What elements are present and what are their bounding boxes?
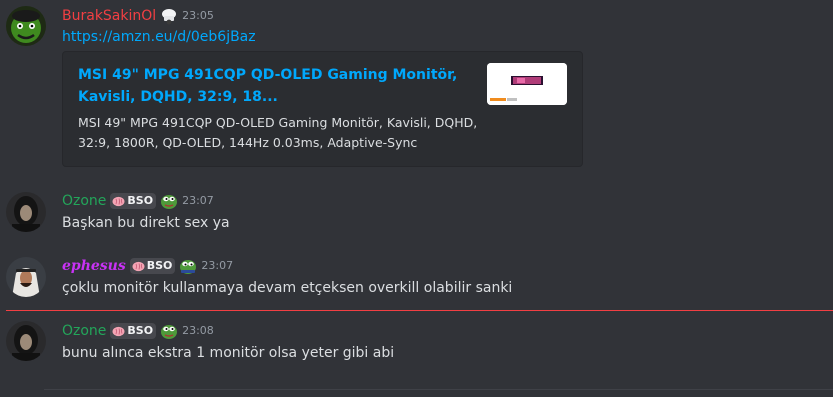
username[interactable]: Ozone xyxy=(62,191,106,211)
pepe-frog-icon xyxy=(179,257,197,275)
chat-message-list: BurakSakinOl 23:05 https://amzn.eu/d/0eb… xyxy=(0,0,833,397)
timestamp: 23:07 xyxy=(182,194,214,207)
pepe-frog-icon xyxy=(160,322,178,340)
message-link[interactable]: https://amzn.eu/d/0eb6jBaz xyxy=(62,29,256,45)
message-content: çoklu monitör kullanmaya devam etçeksen … xyxy=(62,280,513,296)
brain-icon xyxy=(112,326,125,337)
timestamp: 23:08 xyxy=(182,324,214,337)
message-group: ephesus BSO 23:07 çoklu monitör kullanma… xyxy=(0,245,833,305)
message-content: bunu alınca ekstra 1 monitör olsa yeter … xyxy=(62,345,395,361)
link-embed: MSI 49" MPG 491CQP QD-OLED Gaming Monitö… xyxy=(62,51,583,167)
avatar[interactable] xyxy=(6,192,46,232)
timestamp: 23:07 xyxy=(201,259,234,272)
message-group: BurakSakinOl 23:05 https://amzn.eu/d/0eb… xyxy=(0,0,833,180)
username[interactable]: ephesus xyxy=(62,256,126,276)
server-tag[interactable]: BSO xyxy=(110,193,157,209)
timestamp: 23:05 xyxy=(182,9,214,22)
username[interactable]: BurakSakinOl xyxy=(62,6,156,26)
message-group: Ozone BSO xyxy=(0,311,833,381)
brain-icon xyxy=(132,261,145,272)
server-tag[interactable]: BSO xyxy=(110,323,157,339)
server-tag[interactable]: BSO xyxy=(129,258,176,274)
embed-thumbnail[interactable] xyxy=(487,63,567,105)
server-tag-label: BSO xyxy=(127,194,154,207)
embed-title[interactable]: MSI 49" MPG 491CQP QD-OLED Gaming Monitö… xyxy=(78,64,468,108)
brain-icon xyxy=(112,196,125,207)
chef-hat-icon xyxy=(160,7,178,25)
pepe-frog-icon xyxy=(160,192,178,210)
message-content: Başkan bu direkt sex ya xyxy=(62,215,230,231)
avatar[interactable] xyxy=(6,6,46,46)
message-group: Ozone BSO xyxy=(0,180,833,240)
avatar[interactable] xyxy=(6,257,46,297)
divider xyxy=(44,389,833,390)
server-tag-label: BSO xyxy=(127,324,154,337)
server-tag-label: BSO xyxy=(146,259,173,272)
embed-description: MSI 49" MPG 491CQP QD-OLED Gaming Monitö… xyxy=(78,115,478,150)
avatar[interactable] xyxy=(6,321,46,361)
message-content: https://amzn.eu/d/0eb6jBaz xyxy=(62,27,256,47)
username[interactable]: Ozone xyxy=(62,321,106,341)
